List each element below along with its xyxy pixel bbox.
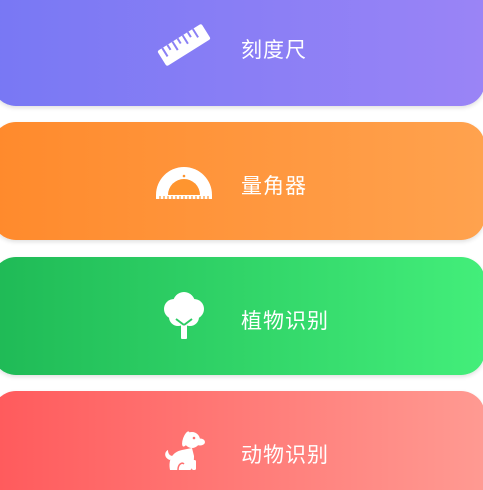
animal-identify-card[interactable]: 动物识别 <box>0 391 483 490</box>
dog-icon <box>154 423 214 477</box>
protractor-label: 量角器 <box>241 174 307 198</box>
plant-identify-card[interactable]: 植物识别 <box>0 257 483 375</box>
protractor-card[interactable]: 量角器 <box>0 122 483 240</box>
tool-list: 刻度尺 量角器 植物识别 动物识别 <box>0 0 483 490</box>
animal-identify-label: 动物识别 <box>241 443 329 467</box>
tree-icon <box>154 289 214 343</box>
protractor-icon <box>154 154 214 208</box>
ruler-icon <box>154 18 214 72</box>
ruler-card[interactable]: 刻度尺 <box>0 0 483 106</box>
ruler-label: 刻度尺 <box>241 38 307 62</box>
plant-identify-label: 植物识别 <box>241 309 329 333</box>
